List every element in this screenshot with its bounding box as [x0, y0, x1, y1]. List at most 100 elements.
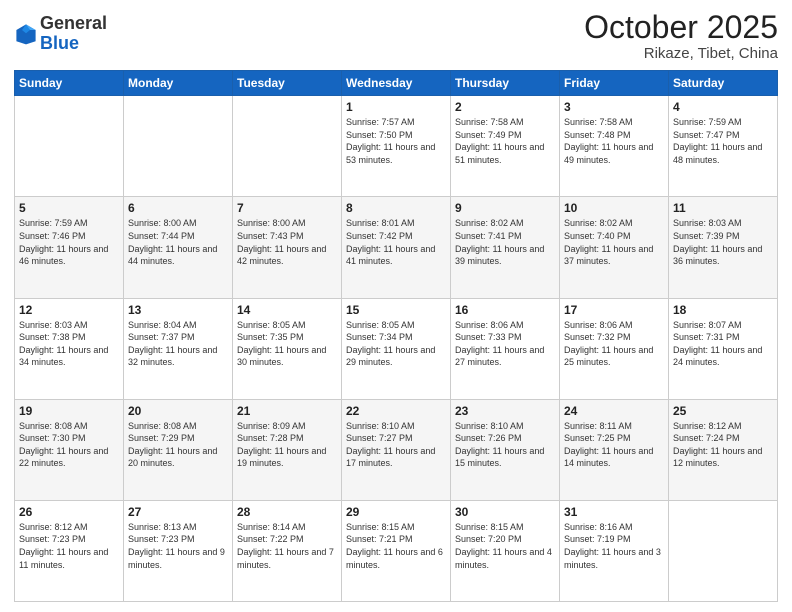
day-info: Sunrise: 8:08 AMSunset: 7:29 PMDaylight:…	[128, 420, 228, 470]
logo-icon	[14, 22, 38, 46]
day-number: 19	[19, 404, 119, 418]
calendar-week-5: 26 Sunrise: 8:12 AMSunset: 7:23 PMDayligh…	[15, 500, 778, 601]
day-number: 23	[455, 404, 555, 418]
col-tuesday: Tuesday	[233, 71, 342, 96]
day-number: 15	[346, 303, 446, 317]
table-row: 13Sunrise: 8:04 AMSunset: 7:37 PMDayligh…	[124, 298, 233, 399]
table-row: 21Sunrise: 8:09 AMSunset: 7:28 PMDayligh…	[233, 399, 342, 500]
table-row: 10 Sunrise: 8:02 AMSunset: 7:40 PMDayligh…	[560, 197, 669, 298]
calendar-week-3: 12 Sunrise: 8:03 AMSunset: 7:38 PMDayligh…	[15, 298, 778, 399]
table-row: 27 Sunrise: 8:13 AMSunset: 7:23 PMDayligh…	[124, 500, 233, 601]
table-row: 25 Sunrise: 8:12 AMSunset: 7:24 PMDayligh…	[669, 399, 778, 500]
table-row: 22 Sunrise: 8:10 AMSunset: 7:27 PMDayligh…	[342, 399, 451, 500]
day-info: Sunrise: 8:03 AMSunset: 7:38 PMDaylight:…	[19, 319, 119, 369]
header: General Blue October 2025 Rikaze, Tibet,…	[14, 10, 778, 62]
day-number: 25	[673, 404, 773, 418]
logo-general-text: General	[40, 14, 107, 34]
table-row: 6 Sunrise: 8:00 AMSunset: 7:44 PMDaylight…	[124, 197, 233, 298]
day-number: 29	[346, 505, 446, 519]
day-number: 7	[237, 201, 337, 215]
day-number: 18	[673, 303, 773, 317]
day-info: Sunrise: 8:00 AMSunset: 7:43 PMDaylight:…	[237, 217, 337, 267]
day-info: Sunrise: 8:01 AMSunset: 7:42 PMDaylight:…	[346, 217, 446, 267]
day-number: 31	[564, 505, 664, 519]
day-info: Sunrise: 8:09 AMSunset: 7:28 PMDaylight:…	[237, 420, 337, 470]
table-row: 9Sunrise: 8:02 AMSunset: 7:41 PMDaylight…	[451, 197, 560, 298]
table-row: 24 Sunrise: 8:11 AMSunset: 7:25 PMDayligh…	[560, 399, 669, 500]
day-info: Sunrise: 8:07 AMSunset: 7:31 PMDaylight:…	[673, 319, 773, 369]
day-number: 17	[564, 303, 664, 317]
table-row: 12 Sunrise: 8:03 AMSunset: 7:38 PMDayligh…	[15, 298, 124, 399]
day-number: 24	[564, 404, 664, 418]
table-row: 3Sunrise: 7:58 AMSunset: 7:48 PMDaylight…	[560, 96, 669, 197]
day-number: 16	[455, 303, 555, 317]
col-saturday: Saturday	[669, 71, 778, 96]
day-number: 14	[237, 303, 337, 317]
day-number: 11	[673, 201, 773, 215]
table-row: 2 Sunrise: 7:58 AMSunset: 7:49 PMDaylight…	[451, 96, 560, 197]
day-info: Sunrise: 8:06 AMSunset: 7:33 PMDaylight:…	[455, 319, 555, 369]
day-info: Sunrise: 8:12 AMSunset: 7:23 PMDaylight:…	[19, 521, 119, 571]
table-row: 8 Sunrise: 8:01 AMSunset: 7:42 PMDaylight…	[342, 197, 451, 298]
day-info: Sunrise: 8:12 AMSunset: 7:24 PMDaylight:…	[673, 420, 773, 470]
title-block: October 2025 Rikaze, Tibet, China	[584, 10, 778, 62]
table-row: 20 Sunrise: 8:08 AMSunset: 7:29 PMDayligh…	[124, 399, 233, 500]
calendar-table: Sunday Monday Tuesday Wednesday Thursday…	[14, 70, 778, 602]
calendar-week-2: 5 Sunrise: 7:59 AMSunset: 7:46 PMDaylight…	[15, 197, 778, 298]
day-number: 10	[564, 201, 664, 215]
day-info: Sunrise: 7:58 AMSunset: 7:49 PMDaylight:…	[455, 116, 555, 166]
table-row: 18 Sunrise: 8:07 AMSunset: 7:31 PMDayligh…	[669, 298, 778, 399]
table-row: 14Sunrise: 8:05 AMSunset: 7:35 PMDayligh…	[233, 298, 342, 399]
day-number: 8	[346, 201, 446, 215]
day-info: Sunrise: 8:13 AMSunset: 7:23 PMDaylight:…	[128, 521, 228, 571]
table-row: 11 Sunrise: 8:03 AMSunset: 7:39 PMDayligh…	[669, 197, 778, 298]
day-number: 5	[19, 201, 119, 215]
day-info: Sunrise: 8:05 AMSunset: 7:34 PMDaylight:…	[346, 319, 446, 369]
table-row	[233, 96, 342, 197]
logo-text: General Blue	[40, 14, 107, 54]
day-number: 22	[346, 404, 446, 418]
table-row: 19 Sunrise: 8:08 AMSunset: 7:30 PMDayligh…	[15, 399, 124, 500]
col-thursday: Thursday	[451, 71, 560, 96]
day-info: Sunrise: 8:10 AMSunset: 7:26 PMDaylight:…	[455, 420, 555, 470]
day-info: Sunrise: 8:10 AMSunset: 7:27 PMDaylight:…	[346, 420, 446, 470]
table-row: 29 Sunrise: 8:15 AMSunset: 7:21 PMDayligh…	[342, 500, 451, 601]
day-info: Sunrise: 7:59 AMSunset: 7:46 PMDaylight:…	[19, 217, 119, 267]
day-number: 30	[455, 505, 555, 519]
day-info: Sunrise: 8:06 AMSunset: 7:32 PMDaylight:…	[564, 319, 664, 369]
day-info: Sunrise: 8:16 AMSunset: 7:19 PMDaylight:…	[564, 521, 664, 571]
day-info: Sunrise: 8:08 AMSunset: 7:30 PMDaylight:…	[19, 420, 119, 470]
calendar-week-1: 1Sunrise: 7:57 AMSunset: 7:50 PMDaylight…	[15, 96, 778, 197]
table-row: 7 Sunrise: 8:00 AMSunset: 7:43 PMDaylight…	[233, 197, 342, 298]
table-row: 4Sunrise: 7:59 AMSunset: 7:47 PMDaylight…	[669, 96, 778, 197]
day-info: Sunrise: 7:58 AMSunset: 7:48 PMDaylight:…	[564, 116, 664, 166]
day-number: 2	[455, 100, 555, 114]
day-info: Sunrise: 8:15 AMSunset: 7:20 PMDaylight:…	[455, 521, 555, 571]
day-number: 27	[128, 505, 228, 519]
day-info: Sunrise: 8:00 AMSunset: 7:44 PMDaylight:…	[128, 217, 228, 267]
table-row: 15 Sunrise: 8:05 AMSunset: 7:34 PMDayligh…	[342, 298, 451, 399]
day-number: 26	[19, 505, 119, 519]
day-number: 1	[346, 100, 446, 114]
day-info: Sunrise: 8:14 AMSunset: 7:22 PMDaylight:…	[237, 521, 337, 571]
day-number: 12	[19, 303, 119, 317]
day-number: 20	[128, 404, 228, 418]
table-row: 26 Sunrise: 8:12 AMSunset: 7:23 PMDayligh…	[15, 500, 124, 601]
logo-blue-text: Blue	[40, 34, 107, 54]
day-number: 6	[128, 201, 228, 215]
day-info: Sunrise: 8:15 AMSunset: 7:21 PMDaylight:…	[346, 521, 446, 571]
table-row	[669, 500, 778, 601]
table-row: 28 Sunrise: 8:14 AMSunset: 7:22 PMDayligh…	[233, 500, 342, 601]
day-info: Sunrise: 7:59 AMSunset: 7:47 PMDaylight:…	[673, 116, 773, 166]
table-row	[15, 96, 124, 197]
day-info: Sunrise: 8:11 AMSunset: 7:25 PMDaylight:…	[564, 420, 664, 470]
col-monday: Monday	[124, 71, 233, 96]
table-row	[124, 96, 233, 197]
col-friday: Friday	[560, 71, 669, 96]
table-row: 1Sunrise: 7:57 AMSunset: 7:50 PMDaylight…	[342, 96, 451, 197]
day-info: Sunrise: 8:03 AMSunset: 7:39 PMDaylight:…	[673, 217, 773, 267]
calendar-title: October 2025	[584, 10, 778, 45]
day-info: Sunrise: 8:02 AMSunset: 7:40 PMDaylight:…	[564, 217, 664, 267]
day-number: 28	[237, 505, 337, 519]
col-sunday: Sunday	[15, 71, 124, 96]
